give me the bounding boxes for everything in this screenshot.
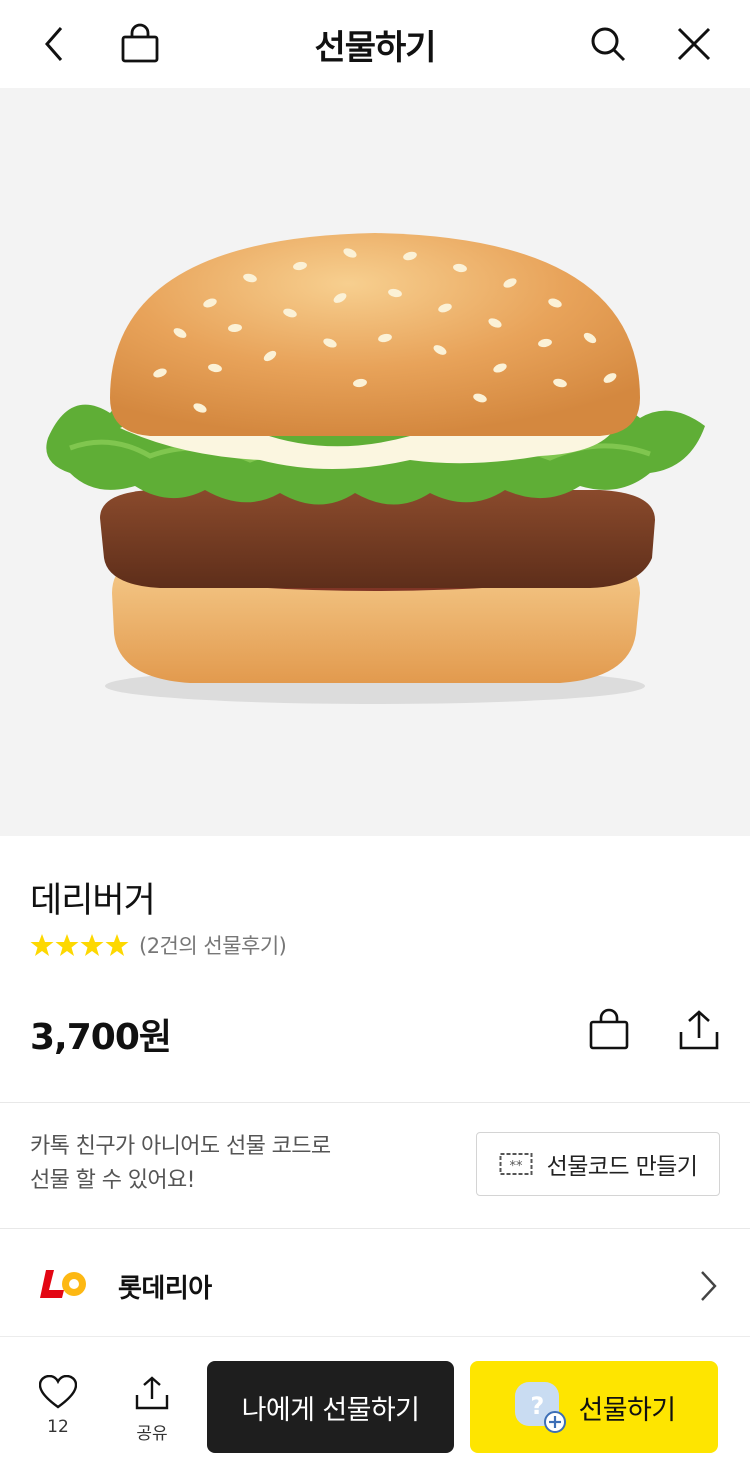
star-icon bbox=[80, 934, 104, 956]
share-icon bbox=[135, 1376, 169, 1410]
heart-icon bbox=[39, 1375, 77, 1409]
star-icon bbox=[105, 934, 129, 956]
divider bbox=[0, 1228, 750, 1229]
create-gift-code-button[interactable]: ** 선물코드 만들기 bbox=[476, 1132, 720, 1196]
search-button[interactable] bbox=[578, 14, 638, 74]
gift-to-self-button[interactable]: 나에게 선물하기 bbox=[207, 1361, 454, 1453]
close-icon bbox=[677, 27, 711, 61]
gift-code-description: 카톡 친구가 아니어도 선물 코드로 선물 할 수 있어요! bbox=[30, 1134, 331, 1193]
divider bbox=[0, 1102, 750, 1103]
svg-text:**: ** bbox=[509, 1159, 523, 1174]
gift-button[interactable]: ? 선물하기 bbox=[470, 1361, 718, 1453]
like-button[interactable]: 12 bbox=[28, 1375, 88, 1437]
svg-text:?: ? bbox=[530, 1392, 543, 1420]
like-count: 12 bbox=[47, 1417, 69, 1437]
close-button[interactable] bbox=[664, 14, 724, 74]
brand-name: 롯데리아 bbox=[118, 1274, 212, 1304]
shopping-bag-icon bbox=[589, 1008, 629, 1050]
product-name: 데리버거 bbox=[30, 881, 156, 921]
share-bottom-button[interactable]: 공유 bbox=[122, 1375, 182, 1444]
share-button[interactable] bbox=[674, 1005, 724, 1055]
add-to-cart-button[interactable] bbox=[584, 1005, 634, 1055]
star-rating bbox=[30, 933, 129, 957]
search-icon bbox=[591, 27, 626, 62]
brand-link-row[interactable]: 롯데리아 bbox=[0, 1230, 750, 1336]
product-image bbox=[0, 88, 750, 836]
review-count[interactable]: (2건의 선물후기) bbox=[139, 930, 287, 960]
gift-button-label: 선물하기 bbox=[578, 1394, 677, 1426]
product-price: 3,700원 bbox=[30, 1017, 172, 1058]
code-ticket-icon: ** bbox=[499, 1153, 533, 1175]
rating-row[interactable]: (2건의 선물후기) bbox=[30, 930, 287, 960]
star-icon bbox=[30, 934, 54, 956]
star-icon bbox=[55, 934, 79, 956]
lotteria-logo-icon bbox=[40, 1270, 86, 1298]
friend-select-icon: ? bbox=[513, 1380, 567, 1434]
share-icon bbox=[679, 1010, 719, 1050]
top-bar: 선물하기 bbox=[0, 0, 750, 88]
share-label: 공유 bbox=[136, 1424, 168, 1444]
bottom-action-bar: 12 공유 나에게 선물하기 ? 선물하기 bbox=[0, 1336, 750, 1478]
chevron-right-icon bbox=[701, 1271, 717, 1301]
burger-image bbox=[46, 233, 705, 704]
